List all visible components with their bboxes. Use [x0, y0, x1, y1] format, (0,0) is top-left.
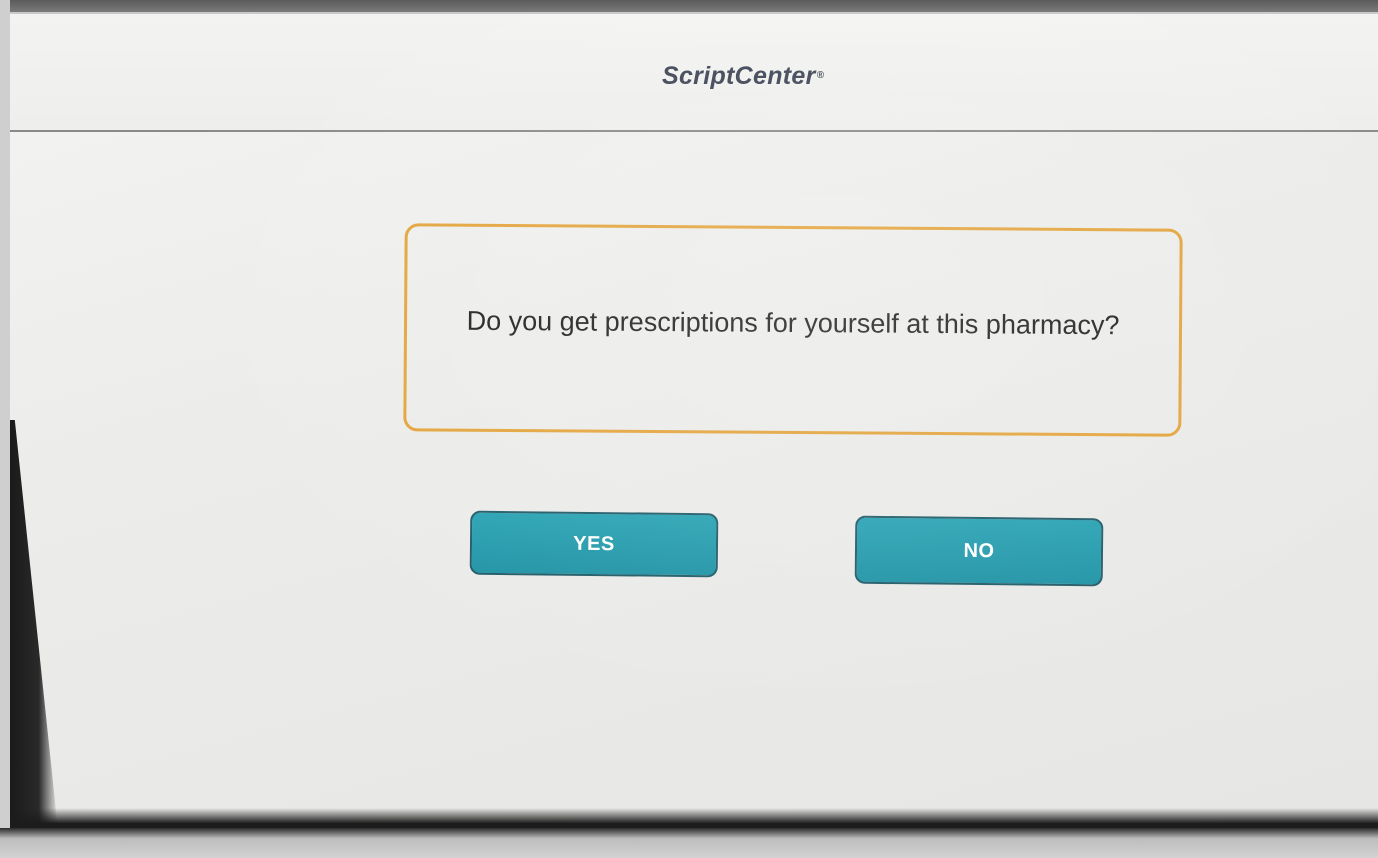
no-button[interactable]: NO — [854, 515, 1104, 587]
kiosk-screen: ScriptCenter® Do you get prescriptions f… — [10, 14, 1378, 824]
top-frame — [0, 0, 1378, 12]
registered-mark: ® — [816, 70, 825, 81]
yes-button[interactable]: YES — [469, 510, 719, 578]
bezel-shadow-bottom — [10, 808, 1378, 830]
scriptcenter-logo: ScriptCenter® — [662, 62, 824, 91]
question-text: Do you get prescriptions for yourself at… — [466, 305, 1120, 341]
photo-frame: ScriptCenter® Do you get prescriptions f… — [0, 0, 1378, 858]
bottom-frame — [0, 828, 1378, 858]
left-frame — [0, 0, 10, 858]
app-header: ScriptCenter® — [10, 14, 1378, 132]
question-panel: Do you get prescriptions for yourself at… — [403, 223, 1183, 437]
logo-text: ScriptCenter — [662, 62, 816, 90]
